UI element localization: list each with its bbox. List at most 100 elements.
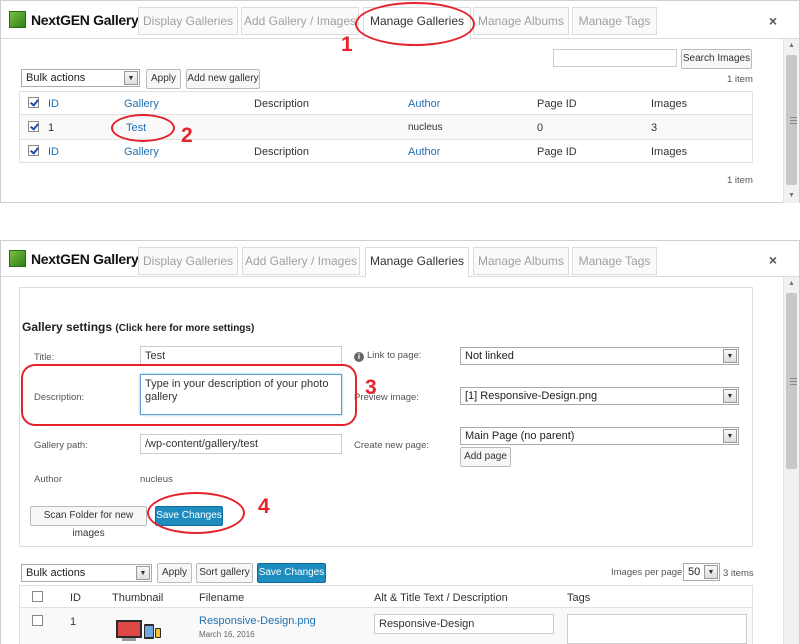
image-row-id: 1 [70,616,77,628]
scan-folder-button[interactable]: Scan Folder for new images [30,506,147,539]
tab-manage-tags[interactable]: Manage Tags [572,7,657,35]
chevron-down-icon: ▼ [136,566,150,580]
table-footer-row: ID Gallery Description Author Page ID Im… [20,140,752,163]
bulk-actions-select[interactable]: Bulk actions ▼ [21,69,140,87]
scroll-thumb[interactable] [786,293,797,469]
scroll-thumb[interactable] [786,55,797,185]
top-nav-bar-2: NextGEN Gallery Display Galleries Add Ga… [1,241,799,278]
column-gallery-footer[interactable]: Gallery [124,146,159,158]
tab-add-gallery-images-2[interactable]: Add Gallery / Images [242,247,360,275]
link-to-page-label: i Link to page: [354,350,421,362]
column-images-footer: Images [651,146,688,158]
brand-name: NextGEN Gallery [31,11,139,28]
image-apply-button[interactable]: Apply [157,563,192,583]
gallery-settings-title: Gallery settings [22,320,113,334]
preview-image-label: Preview image: [354,392,419,403]
images-table: ID Thumbnail Filename Alt & Title Text /… [19,585,753,644]
info-icon[interactable]: i [354,352,364,362]
close-icon[interactable]: × [769,252,777,268]
tab-add-gallery-images[interactable]: Add Gallery / Images [241,7,359,35]
gallery-settings-header[interactable]: Gallery settings (Click here for more se… [22,320,254,334]
tab-display-galleries[interactable]: Display Galleries [138,7,238,35]
nextgen-logo-icon [9,11,26,28]
apply-button[interactable]: Apply [146,69,181,89]
row-author: nucleus [408,122,443,133]
panel1-scrollbar[interactable]: ▲ ▼ [783,39,799,203]
tags-textarea[interactable] [567,614,747,644]
responsive-design-thumbnail-icon[interactable] [114,616,162,644]
tab-display-galleries-2[interactable]: Display Galleries [138,247,238,275]
scroll-down-icon[interactable]: ▼ [784,189,799,203]
tab-manage-albums[interactable]: Manage Albums [473,7,569,35]
images-per-page-label: Images per page: [611,567,685,578]
brand-logo: NextGEN Gallery [9,11,139,28]
select-all-checkbox[interactable] [28,97,39,108]
column-page-id: Page ID [537,98,577,110]
tab-manage-tags-2[interactable]: Manage Tags [572,247,657,275]
sort-gallery-button[interactable]: Sort gallery [196,563,253,583]
table-row: 1 Responsive-Design.png March 16, 2016 [20,608,752,644]
alt-title-input[interactable] [374,614,554,634]
column-images: Images [651,98,688,110]
scroll-up-icon[interactable]: ▲ [784,39,799,53]
image-bulk-actions-select[interactable]: Bulk actions ▼ [21,564,152,582]
images-table-header: ID Thumbnail Filename Alt & Title Text /… [20,586,752,608]
annotation-number-1: 1 [341,33,353,56]
scroll-up-icon[interactable]: ▲ [784,277,799,291]
column-description-footer: Description [254,146,310,158]
annotation-ring-1 [355,2,475,46]
footer-item-count: 1 item [727,175,753,186]
nextgen-logo-icon [9,250,26,267]
row-images: 3 [651,122,658,134]
table-header-row: ID Gallery Description Author Page ID Im… [20,92,752,115]
search-images-button[interactable]: Search Images [681,49,752,69]
image-filename-link[interactable]: Responsive-Design.png [199,615,316,627]
column-alt-title: Alt & Title Text / Description [374,592,508,604]
image-bulk-actions-value: Bulk actions [26,567,86,579]
chevron-down-icon: ▼ [124,71,138,85]
annotation-ring-4 [147,492,245,534]
annotation-number-3: 3 [365,376,377,399]
add-new-gallery-button[interactable]: Add new gallery [186,69,260,89]
gallery-settings-hint: (Click here for more settings) [115,323,255,334]
row-checkbox[interactable] [28,121,39,132]
manage-galleries-list-panel: NextGEN Gallery Display Galleries Add Ga… [0,0,800,203]
save-changes-button-2[interactable]: Save Changes [257,563,326,583]
preview-image-value: [1] Responsive-Design.png [465,390,598,402]
link-to-page-text: Link to page: [367,350,422,361]
column-id-footer[interactable]: ID [48,146,59,158]
panel2-scrollbar[interactable]: ▲ [783,277,799,644]
image-row-checkbox[interactable] [32,615,43,626]
link-to-page-select[interactable]: Not linked ▼ [460,347,739,365]
create-new-page-value: Main Page (no parent) [465,430,575,442]
column-author[interactable]: Author [408,98,440,110]
annotation-ring-3 [21,364,357,426]
close-icon[interactable]: × [769,13,777,29]
annotation-ring-2 [111,114,175,142]
select-all-checkbox-footer[interactable] [28,145,39,156]
chevron-down-icon: ▼ [723,429,737,443]
create-new-page-select[interactable]: Main Page (no parent) ▼ [460,427,739,445]
create-new-page-label: Create new page: [354,440,429,451]
search-images-input[interactable] [553,49,677,67]
title-input[interactable] [140,346,342,366]
column-author-footer[interactable]: Author [408,146,440,158]
preview-image-select[interactable]: [1] Responsive-Design.png ▼ [460,387,739,405]
column-page-id-footer: Page ID [537,146,577,158]
add-page-button[interactable]: Add page [460,447,511,467]
link-to-page-value: Not linked [465,350,514,362]
item-count: 1 item [727,74,753,85]
images-per-page-value: 50 [688,566,701,578]
column-id[interactable]: ID [48,98,59,110]
brand-logo-2: NextGEN Gallery [9,250,139,267]
author-value: nucleus [140,474,173,485]
column-image-id: ID [70,592,81,604]
tab-manage-albums-2[interactable]: Manage Albums [473,247,569,275]
images-per-page-select[interactable]: 50 ▼ [683,563,720,581]
row-id: 1 [48,122,55,134]
column-gallery[interactable]: Gallery [124,98,159,110]
edit-gallery-panel: NextGEN Gallery Display Galleries Add Ga… [0,240,800,644]
gallery-path-input[interactable] [140,434,342,454]
select-all-images-checkbox[interactable] [32,591,43,602]
tab-manage-galleries-2[interactable]: Manage Galleries [365,247,469,278]
